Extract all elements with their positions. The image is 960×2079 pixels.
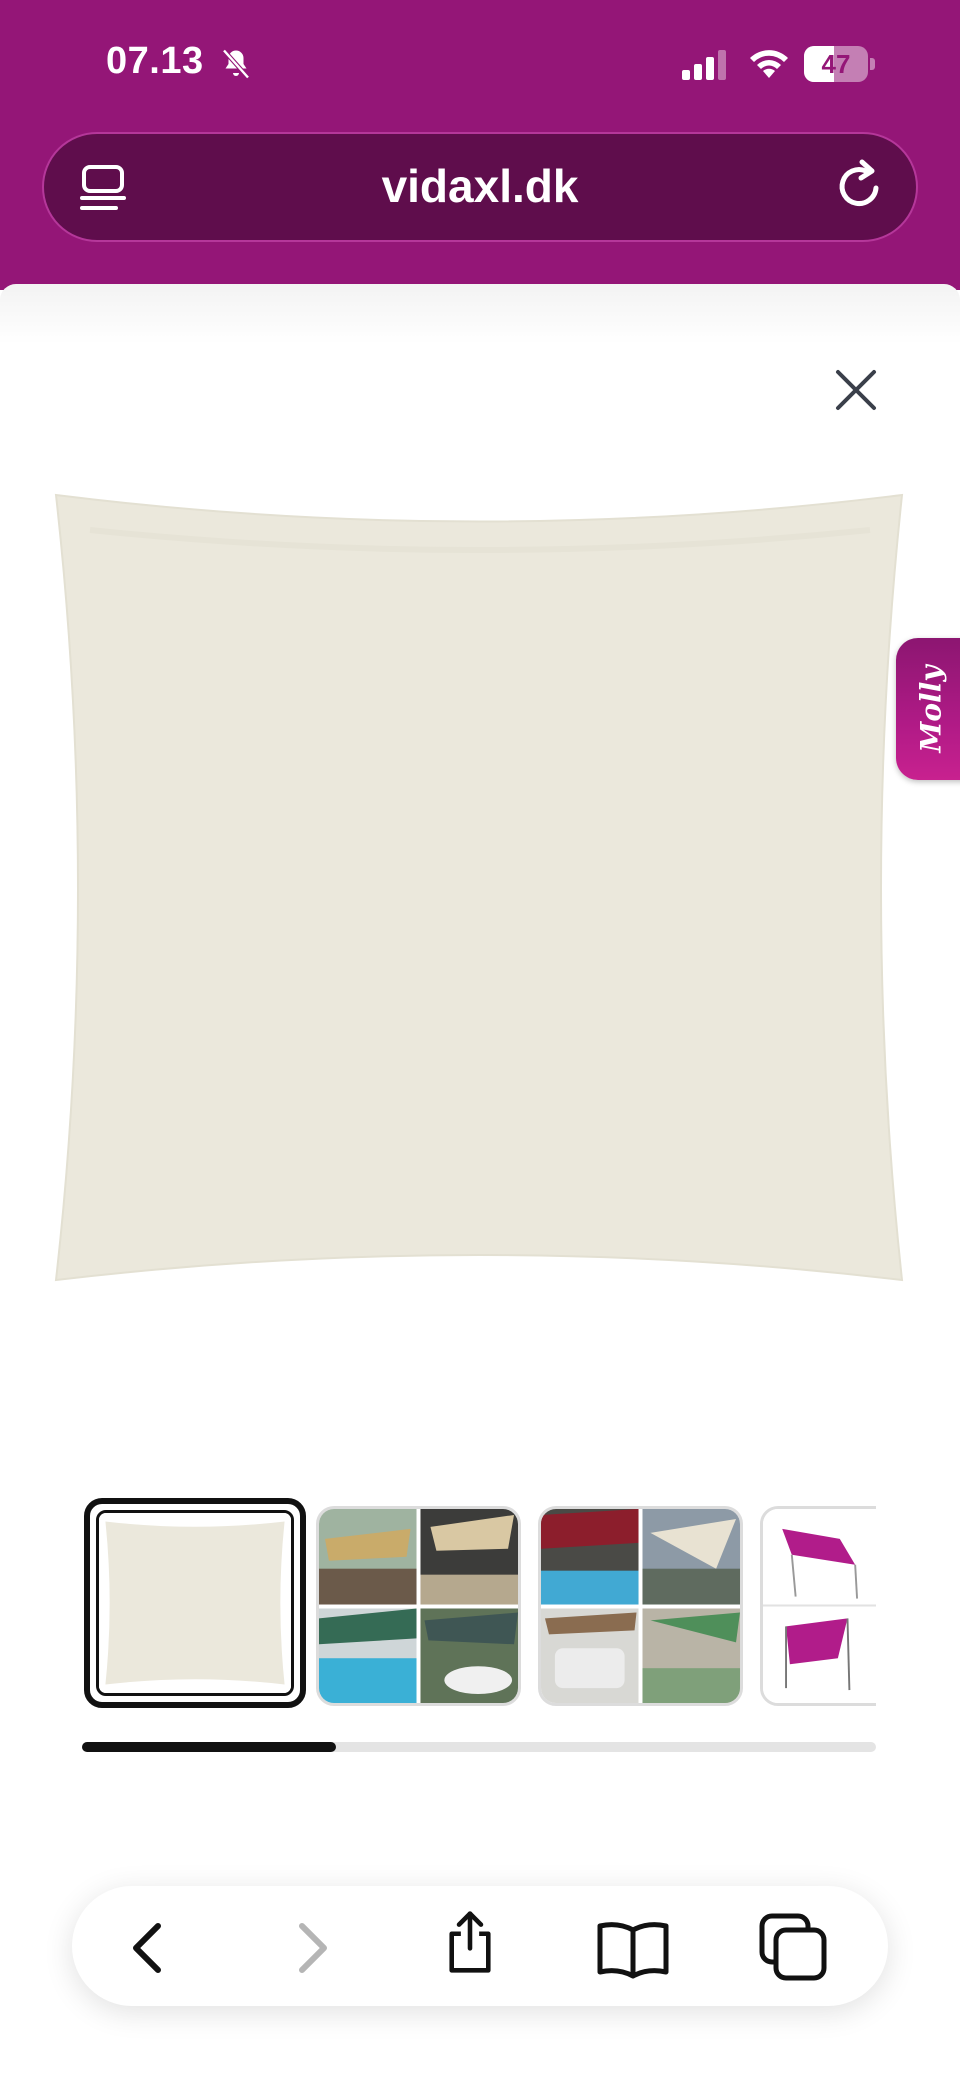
thumbnail-strip[interactable]	[84, 1498, 876, 1720]
reload-icon[interactable]	[832, 158, 888, 214]
thumbnail-plain-sail[interactable]	[84, 1498, 306, 1708]
collage-image-1	[319, 1509, 518, 1703]
product-image-sun-sail	[54, 493, 904, 1282]
battery-percent: 47	[821, 49, 851, 79]
bell-slash-icon	[222, 49, 250, 79]
thumbnail-scrollbar[interactable]	[82, 1742, 876, 1752]
status-bar: 07.13 47	[0, 0, 960, 130]
thumbnail-installation-diagram[interactable]	[760, 1506, 876, 1706]
share-icon[interactable]	[438, 1910, 502, 1974]
thumbnail-lifestyle-collage-2[interactable]	[538, 1506, 743, 1706]
close-icon[interactable]	[826, 360, 886, 420]
battery-body: 47	[804, 46, 868, 82]
back-icon[interactable]	[118, 1916, 182, 1980]
diagram-image	[763, 1509, 876, 1703]
battery-cap	[870, 58, 875, 70]
address-bar[interactable]: vidaxl.dk	[42, 132, 918, 242]
cellular-signal-icon	[682, 50, 726, 80]
browser-chrome: 07.13 47 vidaxl.dk	[0, 0, 960, 290]
wifi-icon	[750, 50, 788, 78]
url-text[interactable]: vidaxl.dk	[44, 134, 916, 240]
scrollbar-thumb[interactable]	[82, 1742, 337, 1752]
status-time: 07.13	[106, 40, 204, 82]
battery-icon: 47	[804, 46, 876, 82]
browser-toolbar	[72, 1886, 888, 2006]
molly-label: Molly	[914, 665, 948, 753]
sail-thumbnail-image	[99, 1513, 291, 1693]
thumbnail-lifestyle-collage-1[interactable]	[316, 1506, 521, 1706]
collage-image-2	[541, 1509, 740, 1703]
screen: 07.13 47 vidaxl.dk Molly	[0, 0, 960, 2079]
molly-assistant-tab[interactable]: Molly	[896, 638, 960, 780]
tabs-icon[interactable]	[758, 1912, 828, 1982]
forward-icon[interactable]	[278, 1916, 342, 1980]
bookmarks-icon[interactable]	[596, 1916, 670, 1980]
